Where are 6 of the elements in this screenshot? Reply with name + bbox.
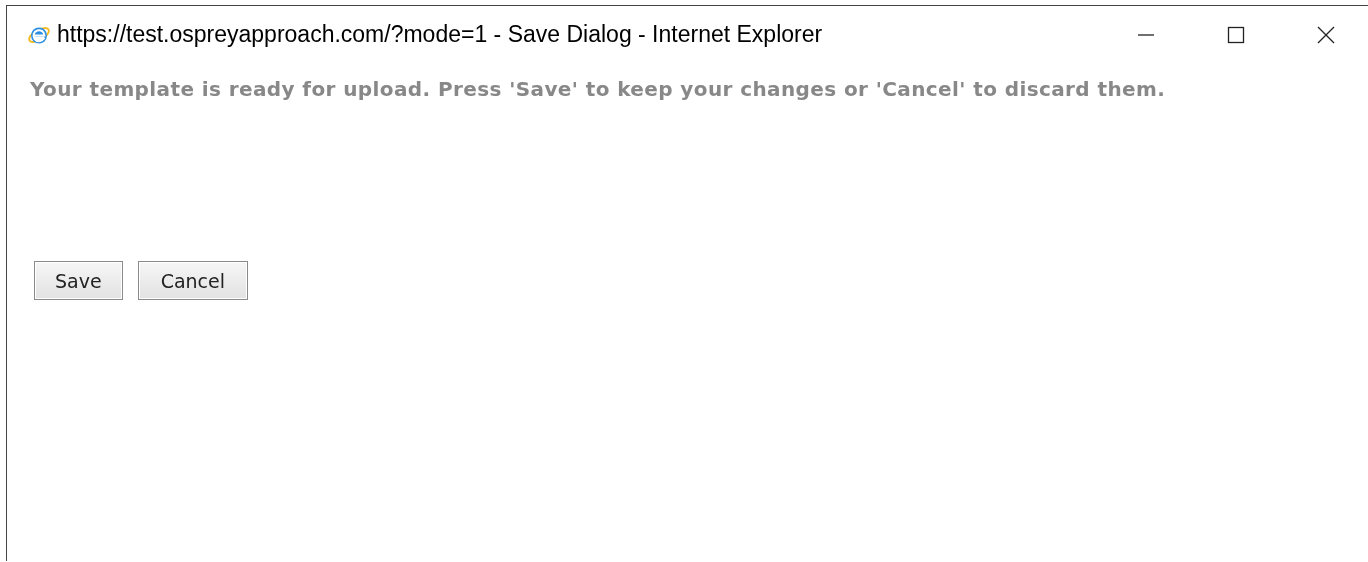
cancel-button[interactable]: Cancel xyxy=(137,261,248,300)
window-title: https://test.ospreyapproach.com/?mode=1 - Save Dialog - Internet Explorer xyxy=(57,21,823,48)
instruction-text: Your template is ready for upload. Press 'Save' to keep your changes or 'Cancel' to discard them. xyxy=(30,77,1167,101)
maximize-icon[interactable] xyxy=(1226,24,1246,45)
close-icon[interactable] xyxy=(1316,24,1336,45)
save-button[interactable]: Save xyxy=(34,261,123,300)
